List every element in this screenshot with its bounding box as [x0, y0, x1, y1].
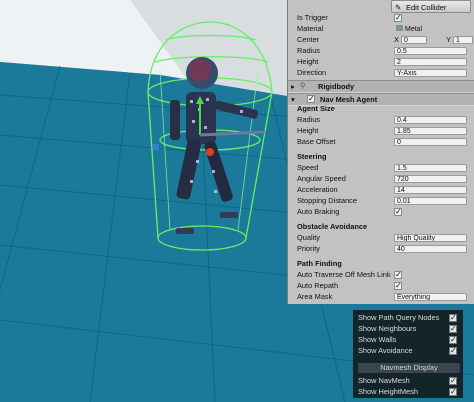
navmesh-display-header: Navmesh Display	[358, 363, 460, 373]
collider-height-label: Height	[297, 57, 319, 66]
show-neighbours-label: Show Neighbours	[358, 324, 417, 333]
area-mask-row: Area Mask Everything	[288, 292, 474, 302]
auto-traverse-row: Auto Traverse Off Mesh Link ✓	[288, 270, 474, 280]
show-avoidance-label: Show Avoidance	[358, 346, 413, 355]
priority-field[interactable]: 40	[394, 245, 467, 253]
priority-label: Priority	[297, 244, 320, 253]
navmesh-debug-overlay: Show Path Query Nodes ✓ Show Neighbours …	[353, 310, 463, 398]
show-heightmesh-row: Show HeightMesh ✓	[358, 386, 460, 397]
angular-speed-row: Angular Speed 720	[288, 174, 474, 184]
inspector-panel: ✎ Edit Collider Is Trigger ✓ Material Me…	[287, 0, 474, 304]
collider-radius-label: Radius	[297, 46, 321, 55]
edit-collider-button[interactable]: ✎ Edit Collider	[391, 0, 471, 13]
acceleration-row: Acceleration 14	[288, 185, 474, 195]
rigidbody-icon: ⚲	[300, 81, 306, 90]
agent-height-label: Height	[297, 126, 319, 135]
direction-label: Direction	[297, 68, 327, 77]
show-avoidance-row: Show Avoidance ✓	[358, 345, 460, 356]
quality-label: Quality	[297, 233, 321, 242]
collider-height-row: Height 2	[288, 57, 474, 67]
steering-header: Steering	[297, 152, 327, 161]
path-finding-header: Path Finding	[297, 259, 342, 268]
area-mask-dropdown[interactable]: Everything	[394, 293, 467, 301]
agent-size-header: Agent Size	[297, 104, 335, 113]
is-trigger-row: Is Trigger ✓	[288, 13, 474, 23]
base-offset-row: Base Offset 0	[288, 137, 474, 147]
speed-row: Speed 1.5	[288, 163, 474, 173]
agent-radius-label: Radius	[297, 115, 321, 124]
auto-repath-label: Auto Repath	[297, 281, 339, 290]
direction-dropdown[interactable]: Y-Axis	[394, 69, 467, 77]
agent-radius-field[interactable]: 0.4	[394, 116, 467, 124]
material-value: Metal	[405, 26, 423, 33]
center-row: Center X 0 Y 1	[288, 35, 474, 45]
agent-height-field[interactable]: 1.85	[394, 127, 467, 135]
show-walls-row: Show Walls ✓	[358, 334, 460, 345]
foldout-arrow-icon: ▾	[291, 95, 295, 104]
show-walls-label: Show Walls	[358, 335, 397, 344]
angular-speed-field[interactable]: 720	[394, 175, 467, 183]
show-heightmesh-checkbox[interactable]: ✓	[449, 388, 457, 396]
quality-dropdown[interactable]: High Quality	[394, 234, 467, 242]
show-avoidance-checkbox[interactable]: ✓	[449, 347, 457, 355]
base-offset-label: Base Offset	[297, 137, 336, 146]
auto-repath-checkbox[interactable]: ✓	[394, 282, 402, 290]
show-navmesh-label: Show NavMesh	[358, 376, 410, 385]
collider-radius-row: Radius 0.5	[288, 46, 474, 56]
direction-row: Direction Y-Axis	[288, 68, 474, 78]
show-neighbours-checkbox[interactable]: ✓	[449, 325, 457, 333]
edit-collider-label: Edit Collider	[406, 3, 447, 12]
center-label: Center	[297, 35, 320, 44]
center-x-label: X	[394, 35, 399, 44]
center-y-label: Y	[446, 35, 451, 44]
material-label: Material	[297, 24, 324, 33]
physic-material-icon	[396, 25, 403, 31]
acceleration-label: Acceleration	[297, 185, 338, 194]
speed-field[interactable]: 1.5	[394, 164, 467, 172]
rigidbody-header[interactable]: ▸ ⚲ Rigidbody	[288, 80, 474, 93]
auto-traverse-checkbox[interactable]: ✓	[394, 271, 402, 279]
auto-braking-checkbox[interactable]: ✓	[394, 208, 402, 216]
is-trigger-label: Is Trigger	[297, 13, 328, 22]
collider-height-field[interactable]: 2	[394, 58, 467, 66]
area-mask-label: Area Mask	[297, 292, 333, 301]
show-navmesh-row: Show NavMesh ✓	[358, 375, 460, 386]
angular-speed-label: Angular Speed	[297, 174, 346, 183]
quality-row: Quality High Quality	[288, 233, 474, 243]
show-heightmesh-label: Show HeightMesh	[358, 387, 418, 396]
show-path-query-checkbox[interactable]: ✓	[449, 314, 457, 322]
show-neighbours-row: Show Neighbours ✓	[358, 323, 460, 334]
show-path-query-label: Show Path Query Nodes	[358, 313, 440, 322]
foldout-arrow-icon: ▸	[291, 82, 295, 91]
collider-radius-field[interactable]: 0.5	[394, 47, 467, 55]
stopping-distance-row: Stopping Distance 0.01	[288, 196, 474, 206]
acceleration-field[interactable]: 14	[394, 186, 467, 194]
center-y-field[interactable]: 1	[453, 36, 473, 44]
base-offset-field[interactable]: 0	[394, 138, 467, 146]
priority-row: Priority 40	[288, 244, 474, 254]
agent-height-row: Height 1.85	[288, 126, 474, 136]
obstacle-avoidance-header: Obstacle Avoidance	[297, 222, 368, 231]
auto-braking-label: Auto Braking	[297, 207, 340, 216]
material-row: Material Metal	[288, 24, 474, 34]
material-field[interactable]: Metal	[394, 25, 467, 33]
auto-traverse-label: Auto Traverse Off Mesh Link	[297, 270, 391, 279]
show-walls-checkbox[interactable]: ✓	[449, 336, 457, 344]
show-path-query-row: Show Path Query Nodes ✓	[358, 312, 460, 323]
stopping-distance-label: Stopping Distance	[297, 196, 357, 205]
agent-radius-row: Radius 0.4	[288, 115, 474, 125]
nav-mesh-agent-enabled-checkbox[interactable]: ✓	[307, 95, 315, 103]
auto-repath-row: Auto Repath ✓	[288, 281, 474, 291]
auto-braking-row: Auto Braking ✓	[288, 207, 474, 217]
blue-marker	[153, 144, 159, 150]
stopping-distance-field[interactable]: 0.01	[394, 197, 467, 205]
speed-label: Speed	[297, 163, 319, 172]
rigidbody-title: Rigidbody	[318, 82, 355, 91]
show-navmesh-checkbox[interactable]: ✓	[449, 377, 457, 385]
center-x-field[interactable]: 0	[401, 36, 427, 44]
is-trigger-checkbox[interactable]: ✓	[394, 14, 402, 22]
